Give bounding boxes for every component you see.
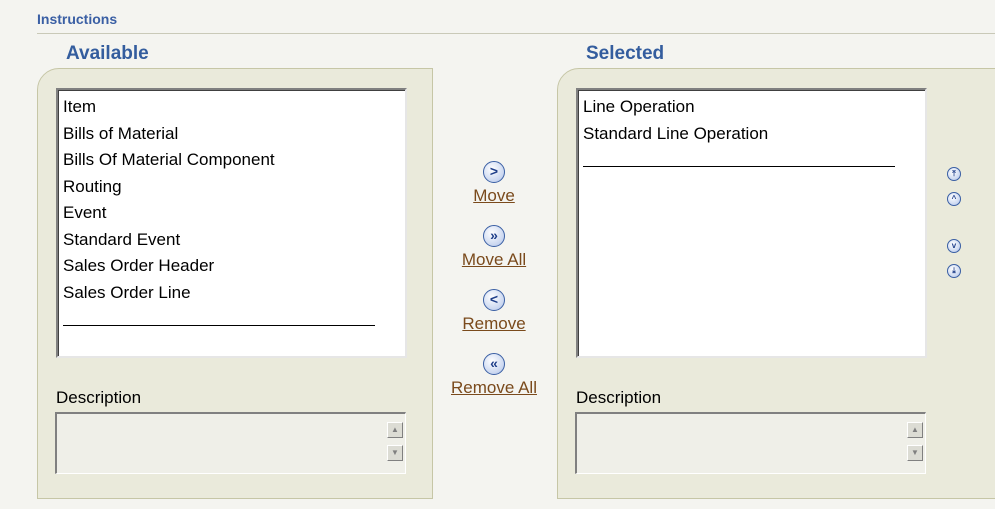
- instructions-divider: [37, 33, 995, 34]
- available-heading: Available: [66, 43, 149, 64]
- move-icon[interactable]: >: [483, 161, 505, 183]
- selected-description-field[interactable]: ▲ ▼: [575, 412, 926, 474]
- list-separator: [63, 325, 375, 326]
- list-item[interactable]: Routing: [63, 174, 400, 201]
- available-description-label: Description: [56, 388, 142, 407]
- remove-all-control[interactable]: « Remove All: [439, 353, 549, 398]
- selected-description-label: Description: [576, 388, 662, 407]
- move-all-icon[interactable]: »: [483, 225, 505, 247]
- remove-icon[interactable]: <: [483, 289, 505, 311]
- remove-all-icon[interactable]: «: [483, 353, 505, 375]
- remove-link[interactable]: Remove: [439, 314, 549, 334]
- move-all-link[interactable]: Move All: [439, 250, 549, 270]
- list-item[interactable]: Standard Line Operation: [583, 121, 920, 148]
- scroll-down-icon[interactable]: ▼: [387, 445, 403, 461]
- remove-all-link[interactable]: Remove All: [439, 378, 549, 398]
- available-description-field[interactable]: ▲ ▼: [55, 412, 406, 474]
- selected-listbox[interactable]: Line Operation Standard Line Operation: [576, 88, 927, 358]
- scroll-up-icon[interactable]: ▲: [907, 422, 923, 438]
- scroll-down-icon[interactable]: ▼: [907, 445, 923, 461]
- instructions-label: Instructions: [37, 11, 118, 27]
- available-listbox[interactable]: Item Bills of Material Bills Of Material…: [56, 88, 407, 358]
- list-item[interactable]: Bills of Material: [63, 121, 400, 148]
- list-item[interactable]: Sales Order Header: [63, 253, 400, 280]
- move-up-icon[interactable]: ^: [947, 192, 961, 206]
- move-to-top-icon[interactable]: ⤒: [947, 167, 961, 181]
- remove-control[interactable]: < Remove: [439, 289, 549, 334]
- move-all-control[interactable]: » Move All: [439, 225, 549, 270]
- list-item[interactable]: Event: [63, 200, 400, 227]
- list-item[interactable]: Sales Order Line: [63, 280, 400, 307]
- scroll-up-icon[interactable]: ▲: [387, 422, 403, 438]
- list-separator: [583, 166, 895, 167]
- list-item[interactable]: Standard Event: [63, 227, 400, 254]
- selected-heading: Selected: [586, 43, 665, 64]
- move-down-icon[interactable]: v: [947, 239, 961, 253]
- move-control[interactable]: > Move: [439, 161, 549, 206]
- move-to-bottom-icon[interactable]: ⤓: [947, 264, 961, 278]
- move-link[interactable]: Move: [439, 186, 549, 206]
- list-item[interactable]: Line Operation: [583, 94, 920, 121]
- list-item[interactable]: Bills Of Material Component: [63, 147, 400, 174]
- list-item[interactable]: Item: [63, 94, 400, 121]
